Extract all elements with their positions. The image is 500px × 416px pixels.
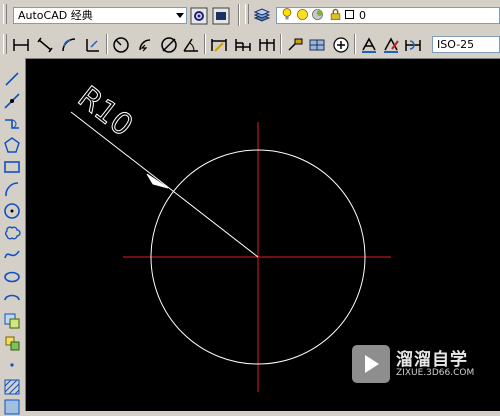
layer-color-swatch	[345, 10, 354, 19]
circle-icon[interactable]	[3, 202, 21, 220]
tolerance-icon[interactable]	[286, 36, 304, 54]
watermark-url: ZIXUE.3D66.COM	[396, 368, 475, 378]
jogged-radius-icon[interactable]	[136, 36, 154, 54]
plus-circle-icon[interactable]	[332, 36, 350, 54]
separator	[238, 4, 240, 26]
toolbar-grip[interactable]	[245, 4, 249, 24]
aligned-dimension-icon[interactable]	[36, 36, 54, 54]
lock-icon[interactable]	[329, 8, 342, 21]
dimension-toolbar: ISO-25	[0, 31, 500, 59]
dimension-edit-icon[interactable]	[360, 36, 378, 54]
separator	[106, 34, 108, 54]
hatch-icon[interactable]	[3, 378, 21, 396]
workspace-window-icon[interactable]	[212, 7, 230, 25]
watermark-title: 溜溜自学	[396, 350, 468, 370]
arc-length-icon[interactable]	[60, 36, 78, 54]
diameter-dimension-icon[interactable]	[160, 36, 178, 54]
draw-toolbar	[0, 58, 26, 415]
layer-combo-value: 0	[359, 9, 366, 22]
workspace-toolbar: AutoCAD 经典 0	[0, 0, 500, 32]
sun-icon[interactable]	[296, 8, 309, 21]
angular-dimension-icon[interactable]	[182, 36, 200, 54]
ellipse-arc-icon[interactable]	[3, 290, 21, 308]
point-icon[interactable]	[3, 356, 21, 374]
quick-dimension-icon[interactable]	[210, 36, 228, 54]
watermark: 溜溜自学 ZIXUE.3D66.COM	[352, 343, 475, 387]
polygon-icon[interactable]	[3, 136, 21, 154]
gear-icon[interactable]	[190, 7, 208, 25]
dimension-update-icon[interactable]	[404, 36, 422, 54]
revision-cloud-icon[interactable]	[3, 224, 21, 242]
linear-dimension-icon[interactable]	[12, 36, 30, 54]
dimension-text-edit-icon[interactable]	[382, 36, 400, 54]
gradient-icon[interactable]	[3, 398, 21, 416]
layer-manager-icon[interactable]	[253, 7, 271, 25]
lightbulb-icon[interactable]	[280, 7, 294, 21]
spline-icon[interactable]	[3, 246, 21, 264]
arc-icon[interactable]	[3, 180, 21, 198]
ellipse-icon[interactable]	[3, 268, 21, 286]
continue-dimension-icon[interactable]	[258, 36, 276, 54]
polyline-icon[interactable]	[3, 114, 21, 132]
workspace-combo[interactable]: AutoCAD 经典	[13, 7, 187, 24]
ordinate-dimension-icon[interactable]	[84, 36, 102, 54]
separator	[280, 34, 282, 54]
insert-block-icon[interactable]	[3, 312, 21, 330]
toolbar-grip[interactable]	[3, 4, 7, 24]
separator	[354, 34, 356, 54]
workspace-combo-value: AutoCAD 经典	[18, 9, 93, 22]
drawing-canvas[interactable]: R10 溜溜自学 ZIXUE.3D66.COM	[26, 59, 500, 411]
watermark-logo	[352, 345, 390, 383]
baseline-dimension-icon[interactable]	[234, 36, 252, 54]
make-block-icon[interactable]	[3, 334, 21, 352]
line-icon[interactable]	[3, 70, 21, 88]
radius-arrowhead	[146, 173, 169, 189]
freeze-viewport-icon[interactable]	[311, 8, 324, 21]
construction-line-icon[interactable]	[3, 92, 21, 110]
rectangle-icon[interactable]	[3, 158, 21, 176]
layer-combo[interactable]: 0	[276, 7, 500, 24]
separator	[204, 34, 206, 54]
chevron-down-icon[interactable]	[176, 13, 184, 18]
radius-dimension-text[interactable]: R10	[71, 79, 140, 144]
radius-dimension-icon[interactable]	[112, 36, 130, 54]
dimension-style-combo[interactable]: ISO-25	[432, 36, 500, 53]
radius-leader-line[interactable]	[70, 111, 259, 258]
toolbar-grip[interactable]	[3, 34, 7, 54]
center-mark-icon[interactable]	[308, 36, 326, 54]
dimension-style-value: ISO-25	[437, 38, 475, 51]
